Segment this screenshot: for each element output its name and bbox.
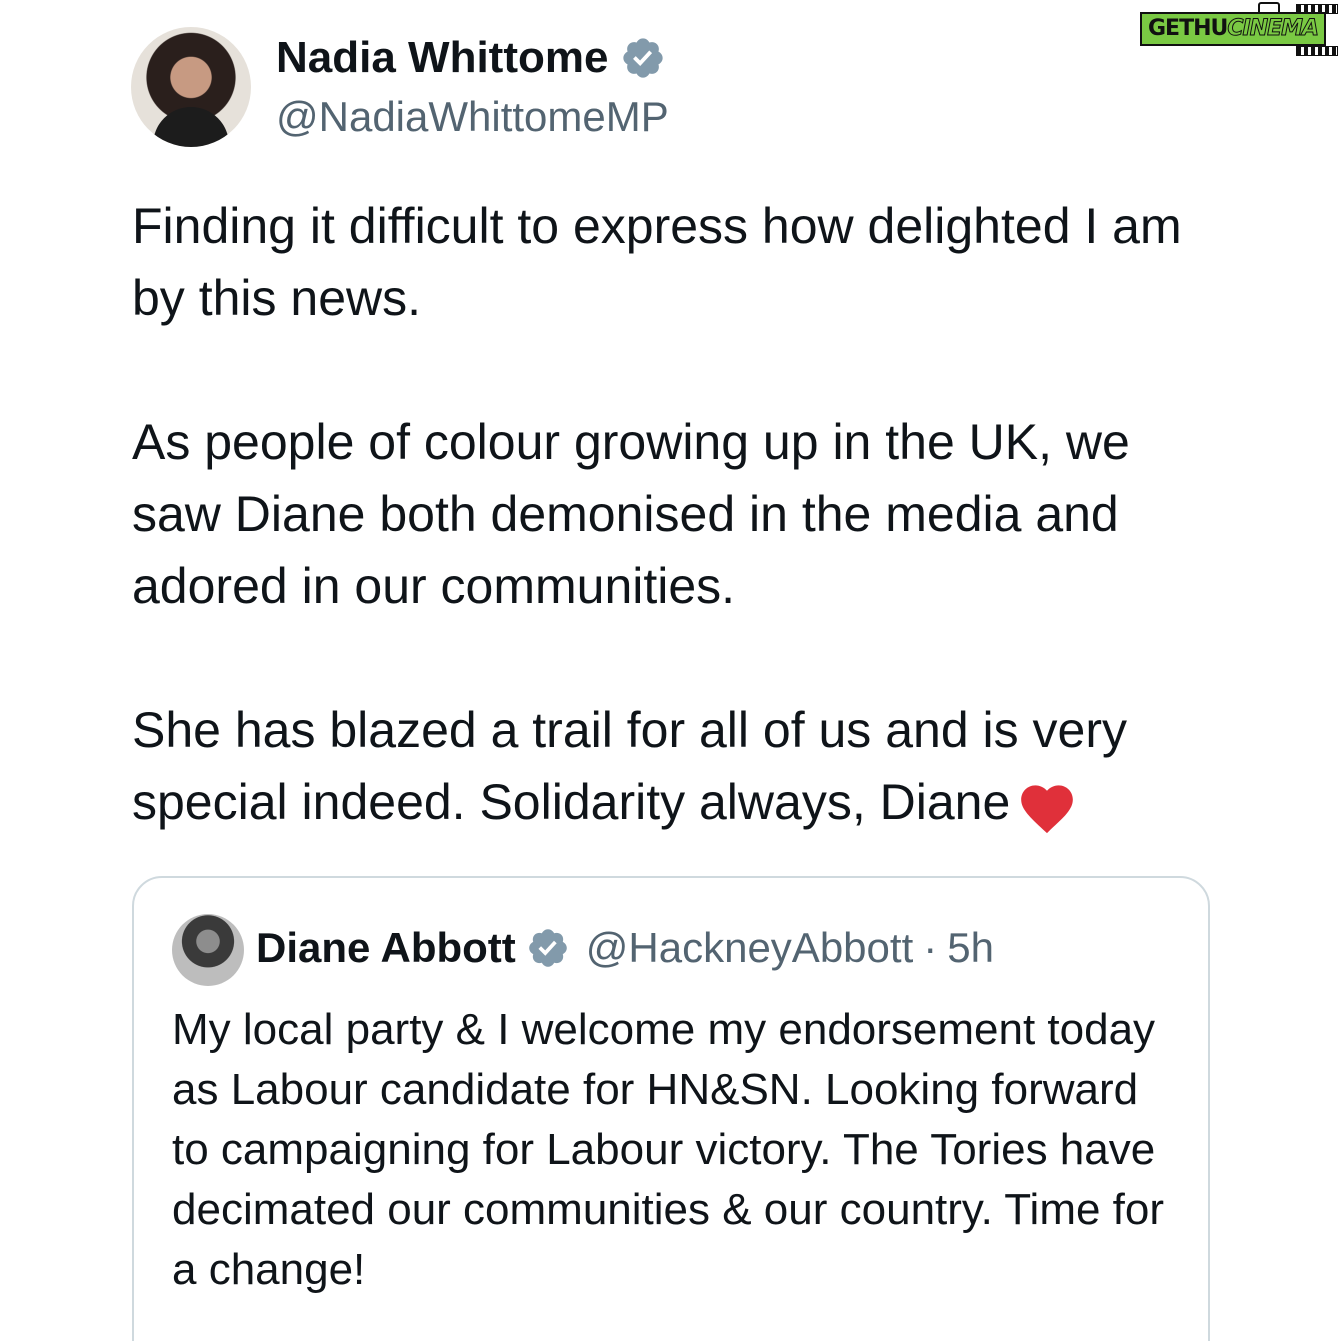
watermark-right-text: CINEMA — [1227, 16, 1320, 41]
author-name-text: Nadia Whittome — [276, 33, 609, 82]
watermark-logo: GETHU CINEMA — [1140, 12, 1327, 46]
separator-dot: · — [923, 924, 938, 971]
quoted-tweet-text: My local party & I welcome my endorsemen… — [172, 1005, 1165, 1294]
quoted-author-name[interactable]: Diane Abbott — [256, 920, 516, 976]
quoted-author-handle[interactable]: @HackneyAbbott — [586, 920, 913, 976]
gethu-cinema-watermark: GETHU CINEMA — [1138, 2, 1338, 56]
tweet-text: Finding it difficult to express how deli… — [132, 190, 1212, 838]
tweet-paragraph: Finding it difficult to express how deli… — [132, 198, 1182, 326]
tweet-paragraph: As people of colour growing up in the UK… — [132, 414, 1130, 614]
quoted-tweet-header: Diane Abbott @HackneyAbbott · 5h — [256, 920, 994, 976]
tweet-paragraph-text: She has blazed a trail for all of us and… — [132, 702, 1127, 830]
heart-icon — [1021, 785, 1074, 833]
author-avatar[interactable] — [131, 27, 251, 147]
quoted-tweet-timestamp[interactable]: 5h — [947, 924, 994, 972]
film-strip-icon — [1296, 46, 1338, 56]
author-display-name[interactable]: Nadia Whittome — [276, 30, 666, 86]
author-handle[interactable]: @NadiaWhittomeMP — [276, 90, 669, 144]
verified-badge-icon — [528, 929, 567, 967]
verified-badge-icon — [623, 38, 664, 78]
watermark-left-text: GETHU — [1148, 16, 1228, 41]
quoted-tweet-card[interactable]: Diane Abbott @HackneyAbbott · 5h My loca… — [132, 876, 1210, 1341]
quoted-author-avatar[interactable] — [172, 914, 244, 986]
tweet-paragraph-last: She has blazed a trail for all of us and… — [132, 694, 1212, 838]
